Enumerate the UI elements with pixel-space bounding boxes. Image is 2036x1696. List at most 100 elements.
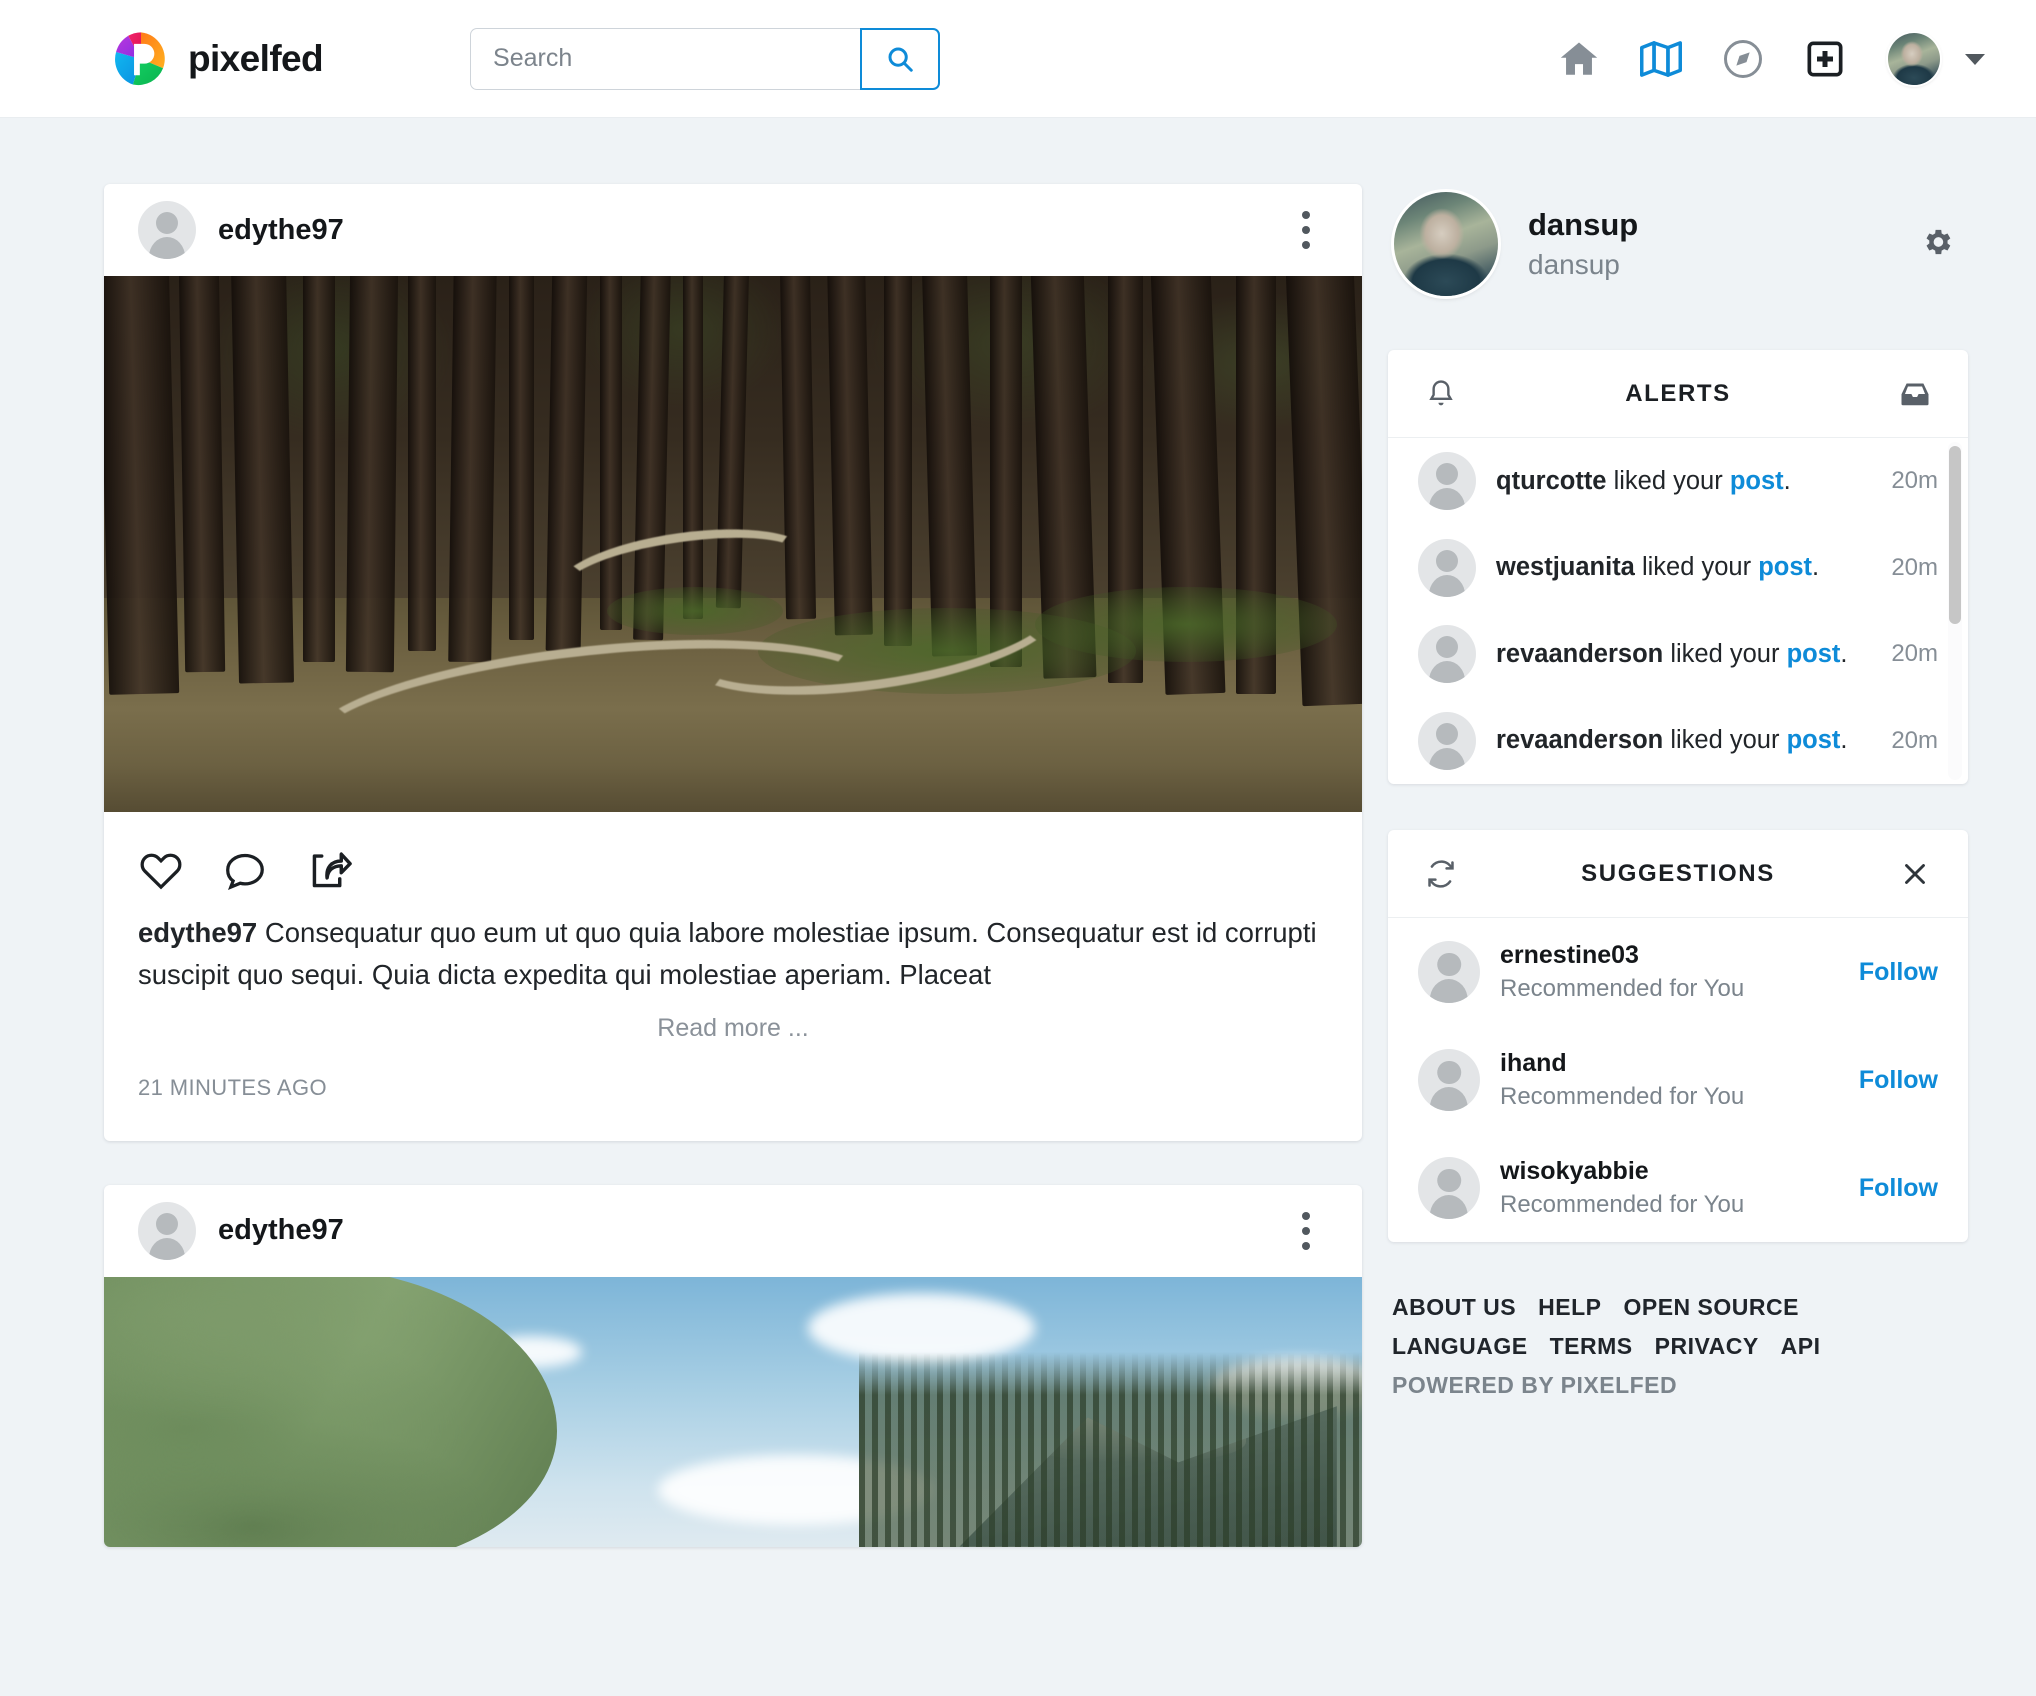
nav-map-button[interactable] bbox=[1620, 26, 1702, 92]
dot bbox=[1302, 241, 1310, 249]
alerts-scrollbar-thumb[interactable] bbox=[1949, 446, 1961, 624]
footer-row-2: LANGUAGE TERMS PRIVACY API bbox=[1392, 1333, 1964, 1360]
post-image-forest[interactable] bbox=[104, 276, 1362, 812]
alerts-panel: ALERTS qturcotte liked your post. 20m we… bbox=[1388, 350, 1968, 784]
alert-username[interactable]: revaanderson bbox=[1496, 640, 1663, 668]
alert-username[interactable]: westjuanita bbox=[1496, 553, 1635, 581]
gear-icon bbox=[1920, 225, 1954, 259]
post-header: edythe97 bbox=[104, 1185, 1362, 1277]
nav-icon-group bbox=[1538, 26, 1988, 92]
avatar[interactable] bbox=[138, 1202, 196, 1260]
avatar[interactable] bbox=[1418, 712, 1476, 770]
nav-explore-button[interactable] bbox=[1702, 26, 1784, 92]
avatar[interactable] bbox=[1418, 1049, 1480, 1111]
image-conifers bbox=[859, 1352, 1362, 1546]
alert-item[interactable]: revaanderson liked your post. 20m bbox=[1388, 698, 1968, 785]
suggestion-item: ernestine03 Recommended for You Follow bbox=[1388, 918, 1968, 1026]
alert-text: qturcotte liked your post. bbox=[1496, 467, 1791, 496]
post-options-menu-button[interactable] bbox=[1286, 1208, 1326, 1254]
suggestion-username[interactable]: wisokyabbie bbox=[1500, 1157, 1744, 1186]
suggestion-info: ernestine03 Recommended for You bbox=[1500, 941, 1744, 1003]
refresh-suggestions-button[interactable] bbox=[1418, 858, 1464, 890]
alert-item[interactable]: westjuanita liked your post. 20m bbox=[1388, 525, 1968, 612]
profile-avatar[interactable] bbox=[1394, 192, 1498, 296]
home-icon bbox=[1558, 38, 1600, 80]
suggestion-info: ihand Recommended for You bbox=[1500, 1049, 1744, 1111]
avatar-image bbox=[1888, 33, 1940, 85]
post-timestamp: 21 MINUTES AGO bbox=[104, 1043, 1362, 1141]
notifications-bell-button[interactable] bbox=[1418, 377, 1464, 411]
settings-button[interactable] bbox=[1914, 219, 1960, 270]
alert-post-link[interactable]: post bbox=[1758, 553, 1812, 581]
avatar[interactable] bbox=[1418, 1157, 1480, 1219]
alert-item[interactable]: qturcotte liked your post. 20m bbox=[1388, 438, 1968, 525]
alert-text: revaanderson liked your post. bbox=[1496, 640, 1847, 669]
post-card: edythe97 bbox=[104, 184, 1362, 1141]
footer-powered-by: POWERED BY PIXELFED bbox=[1392, 1372, 1964, 1399]
feed-column: edythe97 bbox=[104, 184, 1362, 1591]
avatar[interactable] bbox=[1418, 625, 1476, 683]
suggestion-subtitle: Recommended for You bbox=[1500, 1083, 1744, 1111]
footer-link-privacy[interactable]: PRIVACY bbox=[1655, 1333, 1759, 1360]
suggestions-title: SUGGESTIONS bbox=[1464, 860, 1892, 888]
avatar[interactable] bbox=[1418, 941, 1480, 1003]
avatar[interactable] bbox=[1418, 452, 1476, 510]
alert-username[interactable]: qturcotte bbox=[1496, 467, 1607, 495]
image-grass bbox=[1035, 587, 1337, 662]
footer-link-language[interactable]: LANGUAGE bbox=[1392, 1333, 1528, 1360]
post-author-username[interactable]: edythe97 bbox=[218, 214, 344, 247]
read-more-link[interactable]: Read more ... bbox=[104, 996, 1362, 1043]
search-input[interactable] bbox=[470, 28, 860, 90]
share-button[interactable] bbox=[306, 848, 352, 894]
comment-icon bbox=[222, 848, 268, 894]
plus-square-icon bbox=[1805, 39, 1845, 79]
alert-item[interactable]: revaanderson liked your post. 20m bbox=[1388, 611, 1968, 698]
alert-post-link[interactable]: post bbox=[1787, 640, 1841, 668]
footer-link-about-us[interactable]: ABOUT US bbox=[1392, 1294, 1516, 1321]
dot bbox=[1302, 1212, 1310, 1220]
alert-time: 20m bbox=[1877, 640, 1938, 668]
footer-link-terms[interactable]: TERMS bbox=[1550, 1333, 1633, 1360]
follow-button[interactable]: Follow bbox=[1859, 1174, 1938, 1203]
chevron-down-icon bbox=[1964, 52, 1986, 66]
like-button[interactable] bbox=[138, 848, 184, 894]
search-button[interactable] bbox=[860, 28, 940, 90]
search-bar bbox=[470, 28, 940, 90]
footer-link-api[interactable]: API bbox=[1781, 1333, 1821, 1360]
nav-account-avatar[interactable] bbox=[1888, 33, 1940, 85]
suggestion-item: ihand Recommended for You Follow bbox=[1388, 1026, 1968, 1134]
post-header: edythe97 bbox=[104, 184, 1362, 276]
nav-new-post-button[interactable] bbox=[1784, 26, 1866, 92]
account-dropdown-toggle[interactable] bbox=[1962, 46, 1988, 72]
profile-display-name[interactable]: dansup bbox=[1528, 207, 1638, 243]
follow-button[interactable]: Follow bbox=[1859, 1066, 1938, 1095]
comment-button[interactable] bbox=[222, 848, 268, 894]
alert-time: 20m bbox=[1877, 554, 1938, 582]
caption-username[interactable]: edythe97 bbox=[138, 917, 257, 948]
alert-post-link[interactable]: post bbox=[1787, 726, 1841, 754]
suggestion-subtitle: Recommended for You bbox=[1500, 975, 1744, 1003]
brand-logo-link[interactable]: pixelfed bbox=[112, 30, 323, 88]
suggestion-username[interactable]: ernestine03 bbox=[1500, 941, 1744, 970]
alert-username[interactable]: revaanderson bbox=[1496, 726, 1663, 754]
inbox-icon bbox=[1897, 376, 1933, 412]
caption-text: Consequatur quo eum ut quo quia labore m… bbox=[138, 917, 1317, 990]
page-body: edythe97 bbox=[0, 118, 2036, 1591]
post-author-username[interactable]: edythe97 bbox=[218, 1214, 344, 1247]
suggestions-header: SUGGESTIONS bbox=[1388, 830, 1968, 918]
nav-home-button[interactable] bbox=[1538, 26, 1620, 92]
inbox-button[interactable] bbox=[1892, 376, 1938, 412]
brand-name: pixelfed bbox=[188, 38, 323, 80]
suggestion-username[interactable]: ihand bbox=[1500, 1049, 1744, 1078]
alert-time: 20m bbox=[1877, 727, 1938, 755]
post-image-mountain[interactable] bbox=[104, 1277, 1362, 1547]
avatar[interactable] bbox=[1418, 539, 1476, 597]
post-options-menu-button[interactable] bbox=[1286, 207, 1326, 253]
close-suggestions-button[interactable] bbox=[1892, 859, 1938, 889]
avatar[interactable] bbox=[138, 201, 196, 259]
footer-link-help[interactable]: HELP bbox=[1538, 1294, 1601, 1321]
alert-post-link[interactable]: post bbox=[1730, 467, 1784, 495]
footer-link-open-source[interactable]: OPEN SOURCE bbox=[1623, 1294, 1798, 1321]
alert-action: liked your bbox=[1607, 467, 1730, 495]
follow-button[interactable]: Follow bbox=[1859, 958, 1938, 987]
